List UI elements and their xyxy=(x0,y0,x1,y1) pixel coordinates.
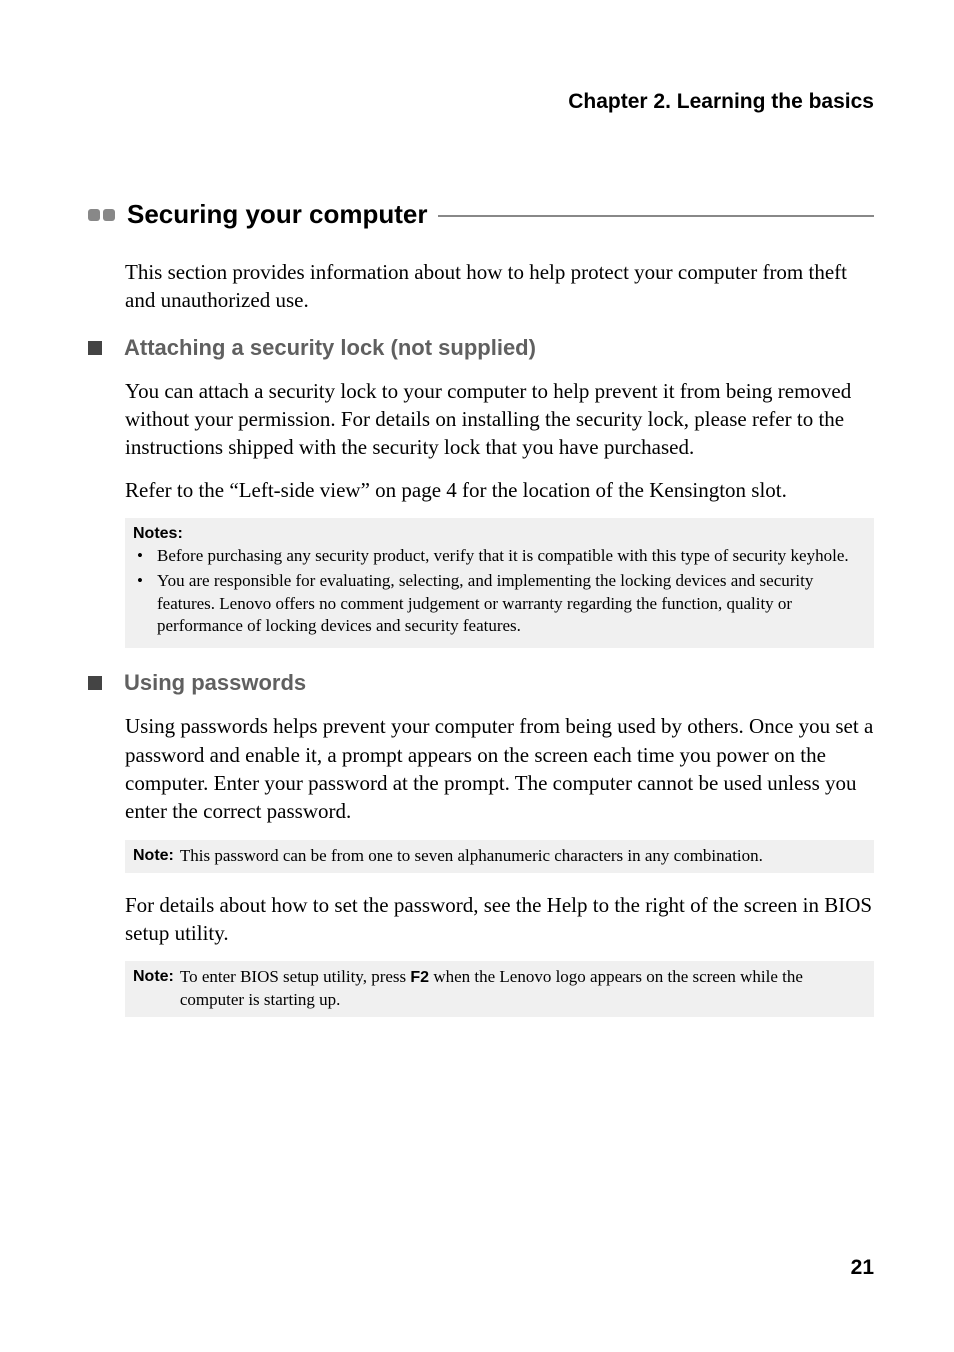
page-number: 21 xyxy=(851,1256,874,1280)
note-label: Note: xyxy=(133,966,174,1012)
heading-rule xyxy=(438,215,875,217)
bullet-icon xyxy=(88,209,100,221)
subheading-text: Attaching a security lock (not supplied) xyxy=(124,335,536,361)
note-label: Note: xyxy=(133,845,174,868)
body-paragraph: Using passwords helps prevent your compu… xyxy=(125,712,874,825)
main-heading-text: Securing your computer xyxy=(127,199,428,230)
note-text: This password can be from one to seven a… xyxy=(180,845,866,868)
bullet-dot-icon: • xyxy=(137,570,157,639)
bullet-icon xyxy=(103,209,115,221)
main-heading-row: Securing your computer xyxy=(88,199,874,230)
body-paragraph: Refer to the “Left-side view” on page 4 … xyxy=(125,476,874,504)
intro-paragraph: This section provides information about … xyxy=(125,258,874,315)
note-text: Before purchasing any security product, … xyxy=(157,545,849,568)
note-text: To enter BIOS setup utility, press F2 wh… xyxy=(180,966,866,1012)
notes-list: • Before purchasing any security product… xyxy=(133,545,866,639)
note-pre-text: To enter BIOS setup utility, press xyxy=(180,967,411,986)
key-name: F2 xyxy=(410,969,429,986)
note-box-single: Note: This password can be from one to s… xyxy=(125,840,874,873)
subheading-security-lock: Attaching a security lock (not supplied) xyxy=(88,335,874,361)
note-item: • Before purchasing any security product… xyxy=(133,545,866,568)
body-paragraph: You can attach a security lock to your c… xyxy=(125,377,874,462)
note-box-single: Note: To enter BIOS setup utility, press… xyxy=(125,961,874,1017)
body-paragraph: For details about how to set the passwor… xyxy=(125,891,874,948)
bullet-dot-icon: • xyxy=(137,545,157,568)
heading-bullets xyxy=(88,209,115,221)
note-item: • You are responsible for evaluating, se… xyxy=(133,570,866,639)
subheading-using-passwords: Using passwords xyxy=(88,670,874,696)
notes-box: Notes: • Before purchasing any security … xyxy=(125,518,874,648)
square-bullet-icon xyxy=(88,676,102,690)
subheading-text: Using passwords xyxy=(124,670,306,696)
note-text: You are responsible for evaluating, sele… xyxy=(157,570,866,639)
notes-label: Notes: xyxy=(133,523,866,545)
chapter-header: Chapter 2. Learning the basics xyxy=(80,90,874,114)
square-bullet-icon xyxy=(88,341,102,355)
